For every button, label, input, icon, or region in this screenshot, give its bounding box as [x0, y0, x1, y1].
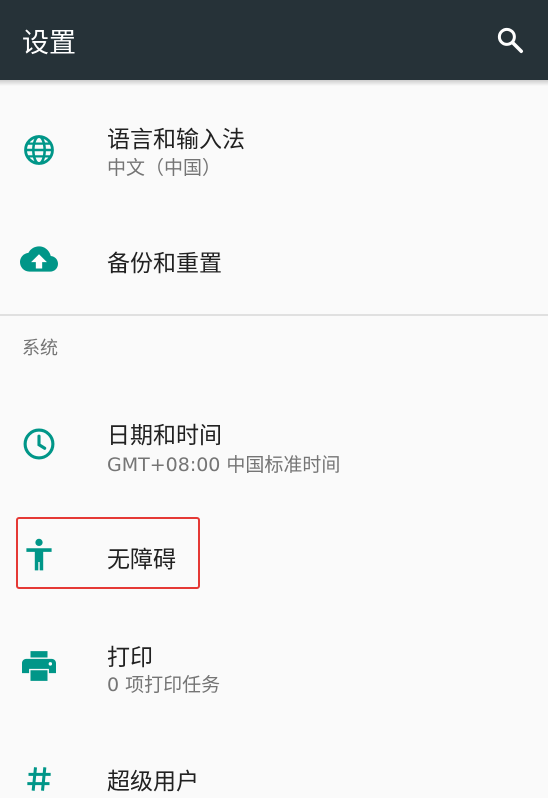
item-summary: GMT+08:00 中国标准时间: [107, 454, 341, 476]
list-item-printing[interactable]: 打印 0 项打印任务: [0, 602, 548, 722]
page-title: 设置: [22, 27, 76, 59]
printer-icon: [20, 647, 58, 685]
item-title: 打印: [107, 645, 153, 671]
section-divider: [0, 314, 548, 316]
search-icon: [497, 27, 523, 53]
item-title: 语言和输入法: [107, 127, 245, 153]
list-item-backup[interactable]: 备份和重置: [0, 202, 548, 314]
hash-icon: [20, 760, 58, 798]
globe-icon: [20, 131, 58, 169]
item-title: 超级用户: [107, 769, 199, 795]
item-summary: 中文（中国）: [107, 157, 222, 179]
clock-icon: [20, 425, 58, 463]
app-bar: 设置: [0, 0, 548, 80]
item-summary: 0 项打印任务: [107, 674, 221, 696]
item-title: 日期和时间: [107, 423, 222, 449]
list-item-superuser[interactable]: 超级用户: [0, 722, 548, 795]
cloud-upload-icon: [20, 240, 58, 278]
category-header: 系统: [22, 338, 58, 359]
list-item-language[interactable]: 语言和输入法 中文（中国）: [0, 86, 548, 202]
item-title: 备份和重置: [107, 251, 222, 277]
search-button[interactable]: [492, 22, 528, 58]
highlight-box: [16, 517, 200, 589]
list-item-date-time[interactable]: 日期和时间 GMT+08:00 中国标准时间: [0, 382, 548, 502]
